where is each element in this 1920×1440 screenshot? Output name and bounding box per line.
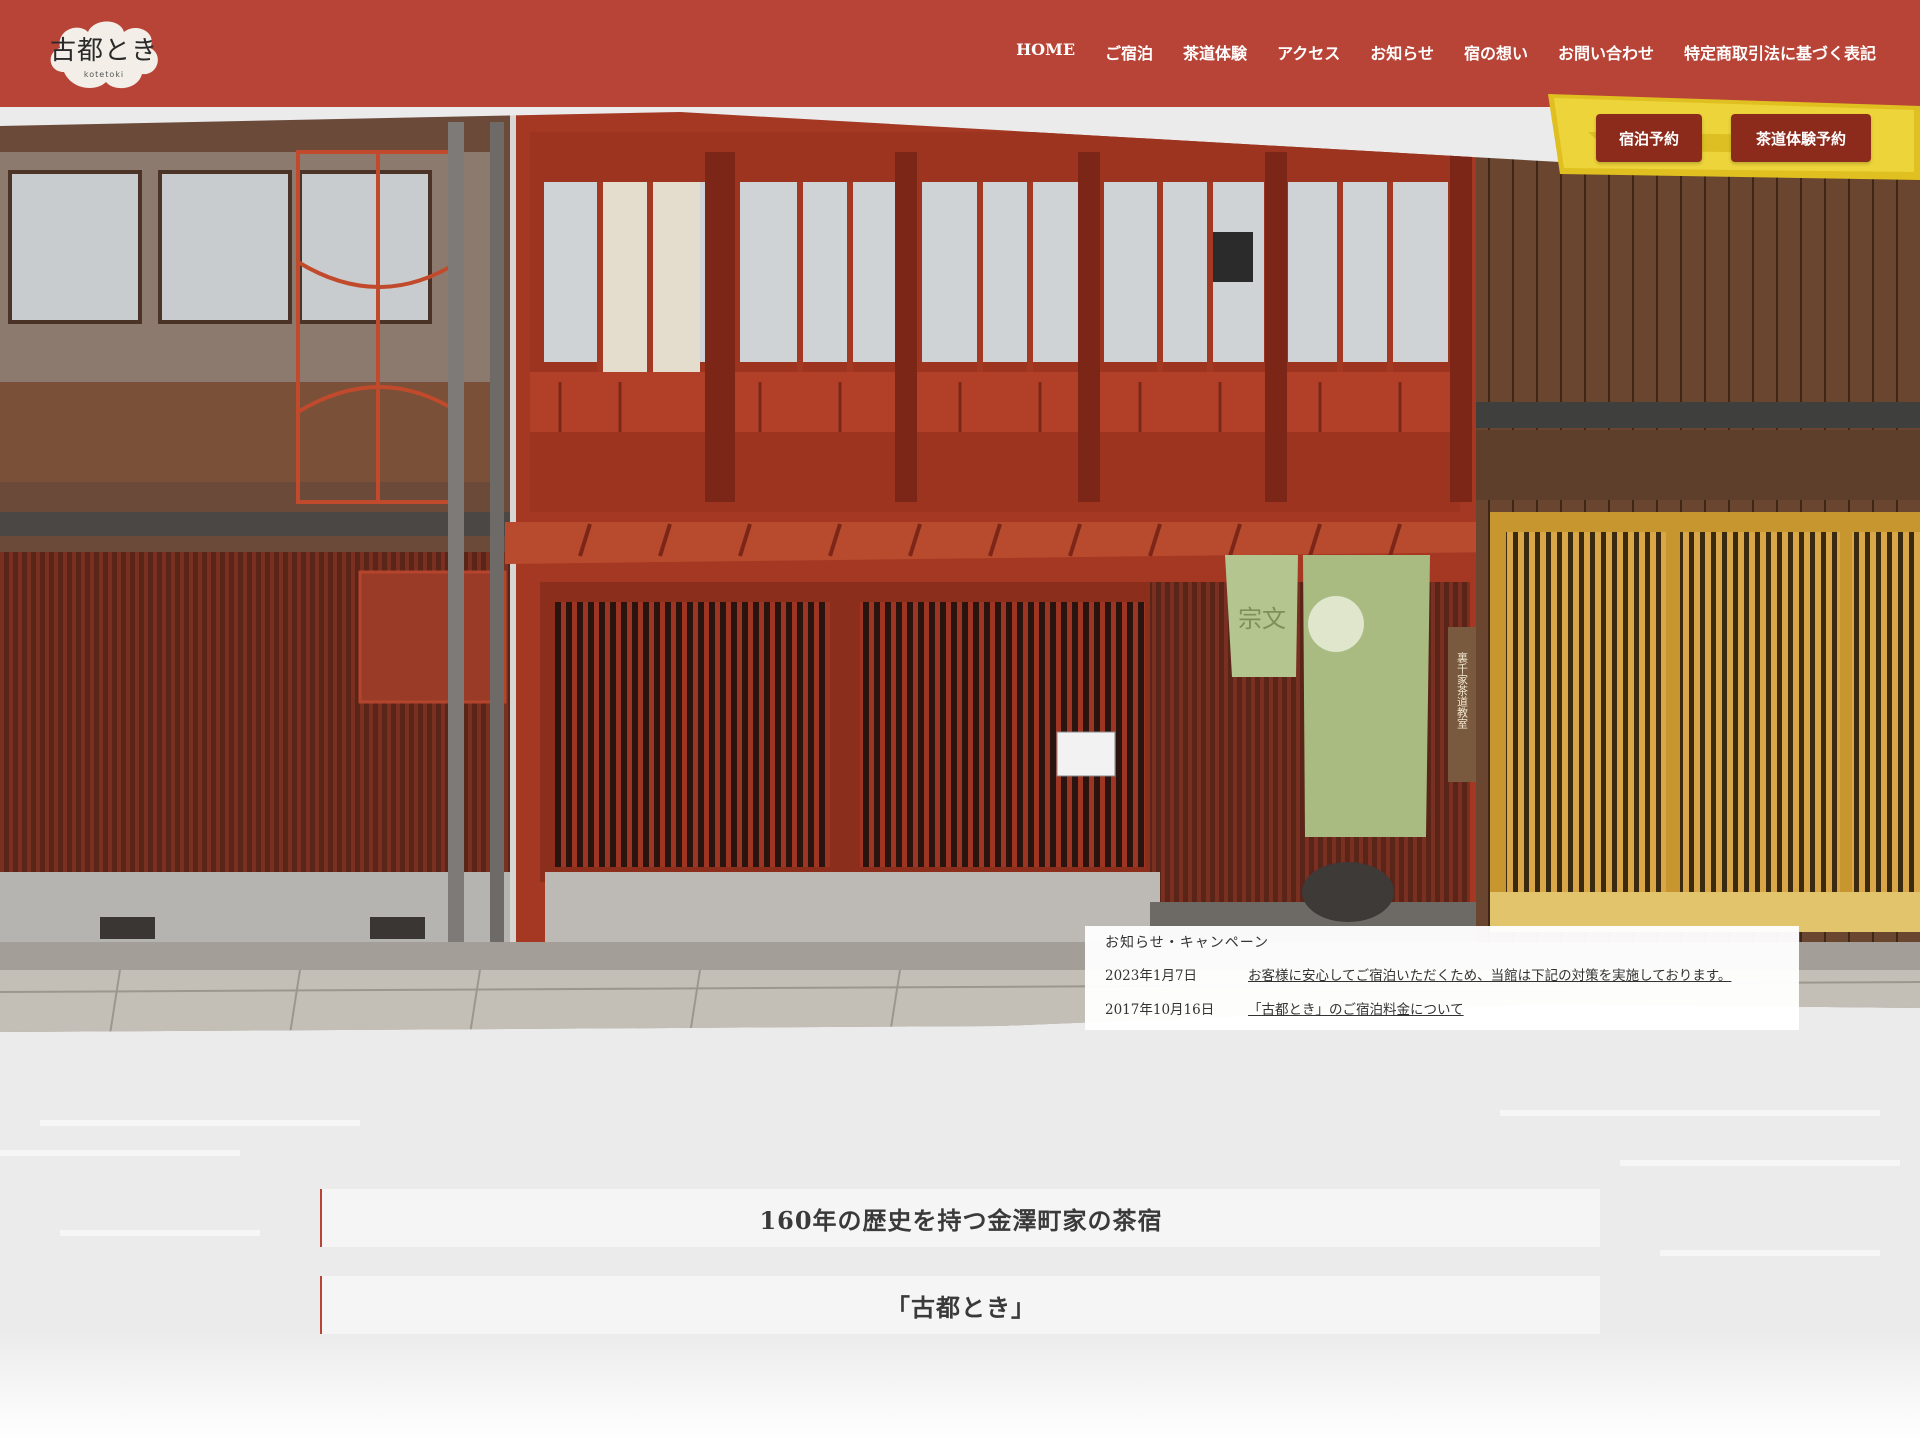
brush-texture [1500,1110,1880,1116]
intro-name: 「古都とき」 [320,1276,1600,1334]
news-date: 2017年10月16日 [1105,1002,1215,1018]
nav-tea-ceremony[interactable]: 茶道体験 [1183,40,1247,64]
noren-text: 宗文 [1238,605,1286,633]
news-heading: お知らせ・キャンペーン [1105,935,1270,951]
news-item: 2017年10月16日 「古都とき」のご宿泊料金について [1105,998,1779,1018]
nav-news[interactable]: お知らせ [1370,40,1434,64]
site-logo[interactable]: 古都とき kotetoki [44,12,164,94]
signboard-text: 裏千家茶道教室 [1456,651,1469,729]
nav-philosophy[interactable]: 宿の想い [1464,40,1528,64]
nav-contact[interactable]: お問い合わせ [1558,40,1654,64]
hero-image: 宗文 裏千家茶道教室 [0,112,1920,1034]
brush-texture [60,1230,260,1236]
news-link[interactable]: 「古都とき」のご宿泊料金について [1248,998,1464,1018]
brush-texture [1660,1250,1880,1256]
bottom-fade [0,1330,1920,1440]
nav-access[interactable]: アクセス [1277,40,1340,64]
brush-texture [0,1150,240,1156]
news-box: お知らせ・キャンペーン 2023年1月7日 お客様に安心してご宿泊いただくため、… [1085,926,1799,1030]
nav-legal[interactable]: 特定商取引法に基づく表記 [1684,40,1876,64]
nav-stay[interactable]: ご宿泊 [1105,40,1153,64]
logo-text: 古都とき [49,36,158,66]
brush-texture [1620,1160,1900,1166]
stay-reserve-button[interactable]: 宿泊予約 [1596,114,1702,162]
site-header: 古都とき kotetoki HOME ご宿泊 茶道体験 アクセス お知らせ 宿の… [0,0,1920,107]
brush-texture [40,1120,360,1126]
news-link[interactable]: お客様に安心してご宿泊いただくため、当館は下記の対策を実施しております。 [1248,964,1731,984]
main-nav: HOME ご宿泊 茶道体験 アクセス お知らせ 宿の想い お問い合わせ 特定商取… [986,40,1876,64]
news-date: 2023年1月7日 [1105,968,1198,984]
logo-subtext: kotetoki [83,70,125,79]
intro-headline: 160年の歴史を持つ金澤町家の茶宿 [320,1189,1600,1247]
tea-reserve-button[interactable]: 茶道体験予約 [1731,114,1871,162]
nav-home[interactable]: HOME [1016,40,1075,64]
reserve-band: 宿泊予約 茶道体験予約 [1548,92,1920,180]
news-item: 2023年1月7日 お客様に安心してご宿泊いただくため、当館は下記の対策を実施し… [1105,964,1779,984]
